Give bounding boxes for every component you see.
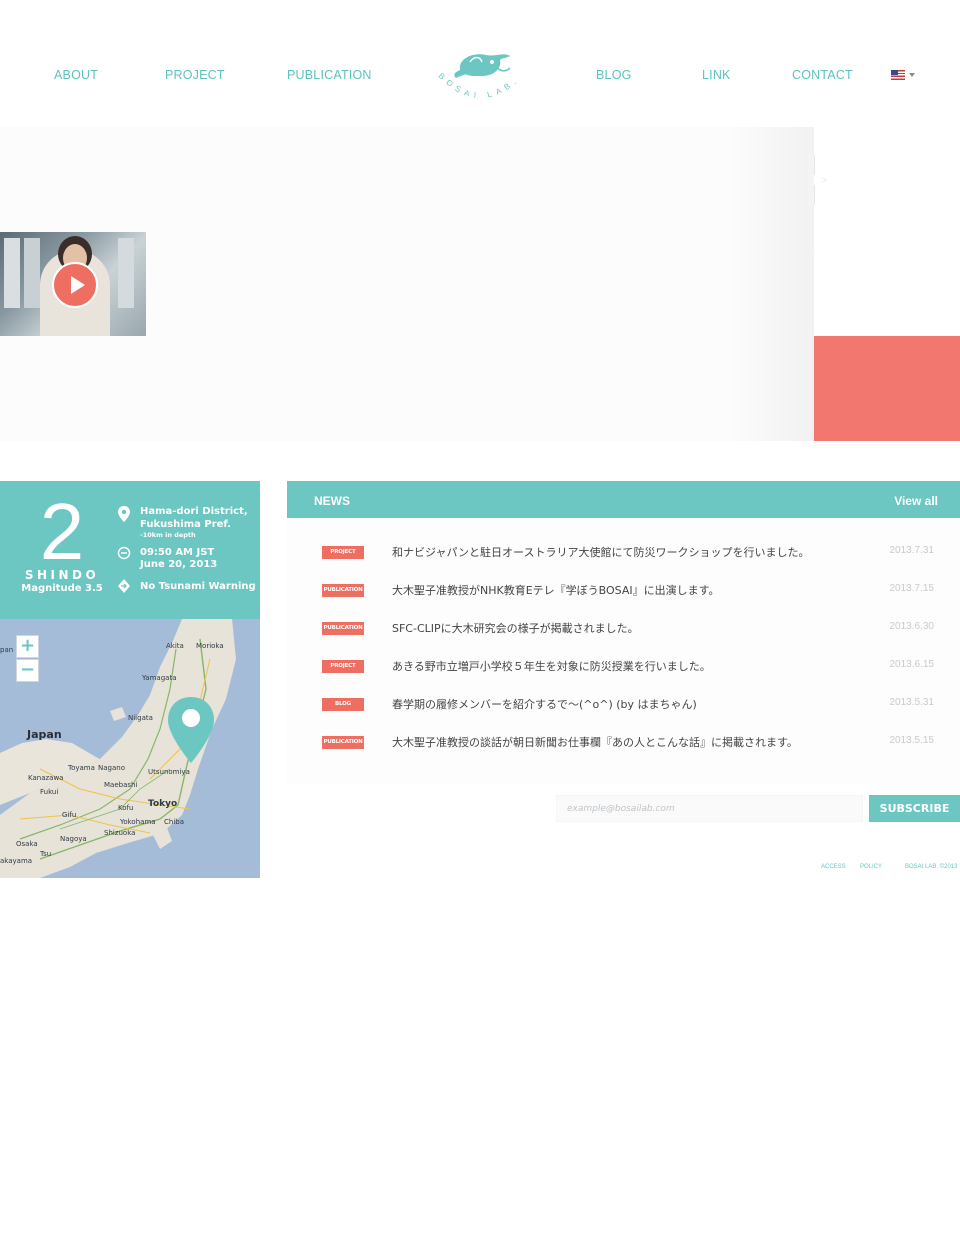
magnitude-label: Magnitude 3.5 (21, 583, 103, 594)
location-pin-icon (118, 506, 130, 522)
svg-text:BOSAI LAB.: BOSAI LAB. (437, 71, 522, 100)
logo[interactable]: BOSAI LAB. (430, 48, 530, 106)
map-label: Kanazawa (28, 774, 64, 782)
news-item[interactable]: PUBLICATION 大木聖子准教授の談話が朝日新聞お仕事欄『あの人とこんな話… (287, 732, 960, 756)
news-item[interactable]: PROJECT 和ナビジャパンと駐日オーストラリア大使館にて防災ワークショップを… (287, 542, 960, 566)
map-label: Yamagata (142, 674, 177, 682)
news-title: NEWS (314, 494, 350, 508)
hero-next-arrow-icon[interactable] (808, 155, 838, 205)
news-headline[interactable]: 春学期の履修メンバーを紹介するで〜(^o^) (by はまちゃん) (392, 696, 697, 712)
footer-copyright: BOSAI LAB. ©2013 (905, 864, 958, 870)
tsunami-status: No Tsunami Warning (140, 581, 256, 592)
map-label: Toyama (68, 764, 95, 772)
location-line-2: Fukushima Pref. (140, 519, 232, 530)
news-item[interactable]: PUBLICATION 大木聖子准教授がNHK教育Eテレ『学ぼうBOSAI』に出… (287, 580, 960, 604)
category-tag[interactable]: PROJECT (322, 546, 364, 559)
news-headline[interactable]: 和ナビジャパンと駐日オーストラリア大使館にて防災ワークショップを行いました。 (392, 544, 809, 560)
news-date: 2013.5.15 (889, 735, 935, 746)
news-item[interactable]: BLOG 春学期の履修メンバーを紹介するで〜(^o^) (by はまちゃん) 2… (287, 694, 960, 718)
map-label: Tokyo (148, 799, 178, 809)
nav-link[interactable]: LINK (702, 68, 731, 82)
location-line-1: Hama-dori District, (140, 506, 248, 517)
map-label: Utsunomiya (148, 768, 190, 776)
subscribe-button[interactable]: SUBSCRIBE (869, 795, 960, 822)
quake-marker-icon[interactable] (166, 697, 216, 765)
map-label: Shizuoka (104, 829, 136, 837)
clock-icon (117, 546, 131, 560)
hero-section (0, 127, 960, 441)
map-label: Nagano (98, 764, 125, 772)
map-label-japan: Japan (27, 728, 62, 741)
language-selector[interactable] (891, 69, 917, 81)
nav-project[interactable]: PROJECT (165, 68, 225, 82)
map-label: Tsu (40, 850, 52, 858)
play-icon (71, 276, 85, 294)
map-zoom-out-button[interactable]: − (16, 659, 39, 682)
map-label: Morioka (196, 642, 224, 650)
map-label: Yokohama (120, 818, 156, 826)
shindo-value: 2 (39, 487, 85, 576)
news-headline[interactable]: SFC-CLIPに大木研究会の様子が掲載されました。 (392, 620, 639, 636)
map-label: Maebashi (104, 781, 138, 789)
quake-map[interactable]: + − Japan pan Akita Morioka Yamagata Nii… (0, 619, 260, 878)
category-tag[interactable]: PUBLICATION (322, 584, 364, 597)
map-label: Niigata (128, 714, 153, 722)
news-item[interactable]: PUBLICATION SFC-CLIPに大木研究会の様子が掲載されました。 2… (287, 618, 960, 642)
quake-date: June 20, 2013 (140, 559, 218, 570)
news-date: 2013.5.31 (889, 697, 935, 708)
tsunami-warning-icon (118, 579, 130, 593)
logo-text-arc: BOSAI LAB. (437, 71, 522, 100)
news-item[interactable]: PROJECT あきる野市立増戸小学校５年生を対象に防災授業を行いました。 20… (287, 656, 960, 680)
category-tag[interactable]: PROJECT (322, 660, 364, 673)
news-headline[interactable]: 大木聖子准教授がNHK教育Eテレ『学ぼうBOSAI』に出演します。 (392, 582, 720, 598)
news-date: 2013.6.30 (889, 621, 935, 632)
nav-publication[interactable]: PUBLICATION (287, 68, 372, 82)
map-label: pan (0, 646, 14, 654)
nav-blog[interactable]: BLOG (596, 68, 632, 82)
category-tag[interactable]: BLOG (322, 698, 364, 711)
map-label: Nagoya (60, 835, 87, 843)
news-header: NEWS View all (287, 481, 960, 518)
hero-coral-block (814, 336, 960, 441)
map-label: Osaka (16, 840, 38, 848)
footer-policy-link[interactable]: POLICY (860, 864, 882, 870)
caret-down-icon (909, 73, 915, 77)
news-headline[interactable]: あきる野市立増戸小学校５年生を対象に防災授業を行いました。 (392, 658, 711, 674)
map-label: Akita (166, 642, 184, 650)
map-label: Gifu (62, 811, 77, 819)
us-flag-icon (891, 70, 905, 80)
depth-label: -10km in depth (140, 531, 196, 539)
logo-text: BOSAI LAB. (437, 71, 517, 100)
nav-about[interactable]: ABOUT (54, 68, 98, 82)
category-tag[interactable]: PUBLICATION (322, 736, 364, 749)
map-label: Kofu (118, 804, 134, 812)
map-label: akayama (0, 857, 33, 865)
play-button[interactable] (52, 262, 98, 308)
hero-shadow (727, 127, 814, 441)
news-date: 2013.6.15 (889, 659, 935, 670)
map-zoom-in-button[interactable]: + (16, 635, 39, 658)
news-date: 2013.7.15 (889, 583, 935, 594)
news-headline[interactable]: 大木聖子准教授の談話が朝日新聞お仕事欄『あの人とこんな話』に掲載されます。 (392, 734, 798, 750)
nav-contact[interactable]: CONTACT (792, 68, 853, 82)
shindo-label: SHINDO (24, 568, 100, 582)
subscribe-email-input[interactable] (556, 795, 863, 822)
video-thumbnail[interactable] (0, 232, 146, 336)
category-tag[interactable]: PUBLICATION (322, 622, 364, 635)
earthquake-info-panel: 2 SHINDO Magnitude 3.5 Hama-dori Distric… (0, 481, 260, 619)
map-land (0, 619, 236, 878)
view-all-link[interactable]: View all (894, 494, 938, 508)
map-label: Fukui (40, 788, 59, 796)
news-date: 2013.7.31 (889, 545, 935, 556)
footer-access-link[interactable]: ACCESS (821, 864, 846, 870)
map-label: Chiba (164, 818, 185, 826)
